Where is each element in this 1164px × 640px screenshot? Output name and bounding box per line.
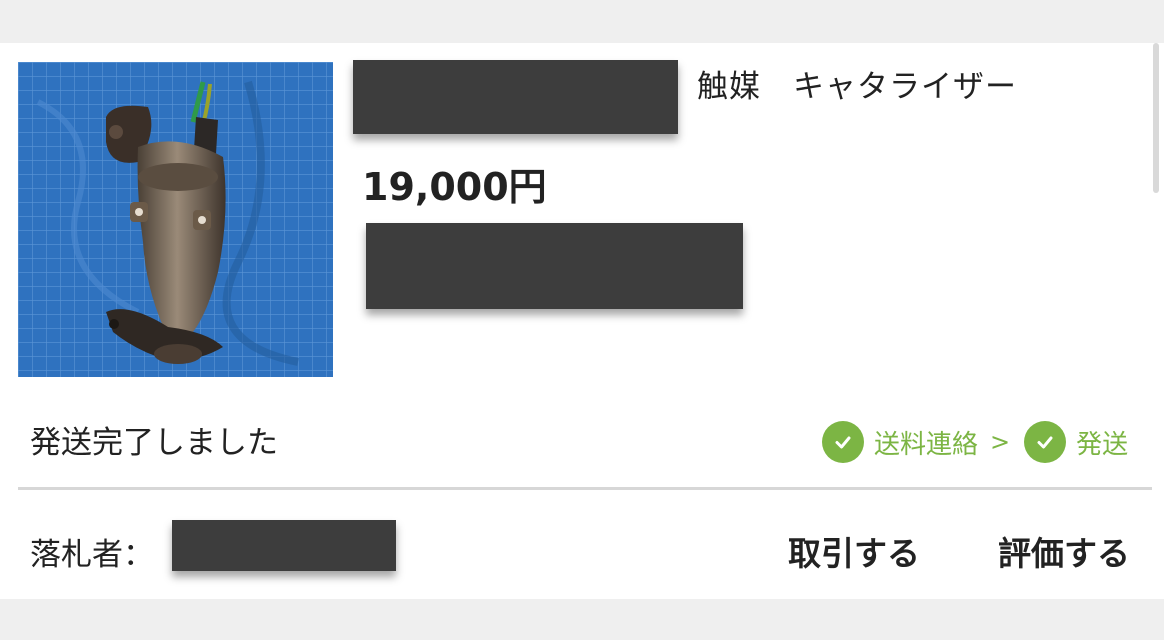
scrollbar[interactable] xyxy=(1153,43,1159,193)
check-icon xyxy=(1024,421,1067,463)
review-button[interactable]: 評価する xyxy=(998,527,1130,575)
redacted-info xyxy=(366,223,743,309)
item-thumbnail[interactable] xyxy=(18,62,333,377)
transaction-card[interactable]: 触媒 キャタライザー 19,000円 発送完了しました 送料連絡 > 発送 落札… xyxy=(0,43,1164,599)
redacted-bidder-name xyxy=(172,520,396,571)
step-shipping-cost-label: 送料連絡 xyxy=(874,429,979,460)
progress-steps: 送料連絡 > 発送 xyxy=(822,420,1128,464)
trade-button[interactable]: 取引する xyxy=(788,527,920,575)
status-text: 発送完了しました xyxy=(30,425,278,461)
item-title[interactable]: 触媒 キャタライザー xyxy=(697,61,1017,106)
step-shipped-label: 発送 xyxy=(1076,429,1129,460)
catalytic-converter-photo xyxy=(18,62,333,377)
check-icon xyxy=(822,421,864,463)
redacted-title xyxy=(353,60,678,134)
chevron-right-icon: > xyxy=(990,428,1011,456)
divider xyxy=(18,487,1152,490)
bidder-label: 落札者： xyxy=(30,537,154,573)
screen: 触媒 キャタライザー 19,000円 発送完了しました 送料連絡 > 発送 落札… xyxy=(0,0,1164,640)
item-price: 19,000円 xyxy=(362,165,547,209)
